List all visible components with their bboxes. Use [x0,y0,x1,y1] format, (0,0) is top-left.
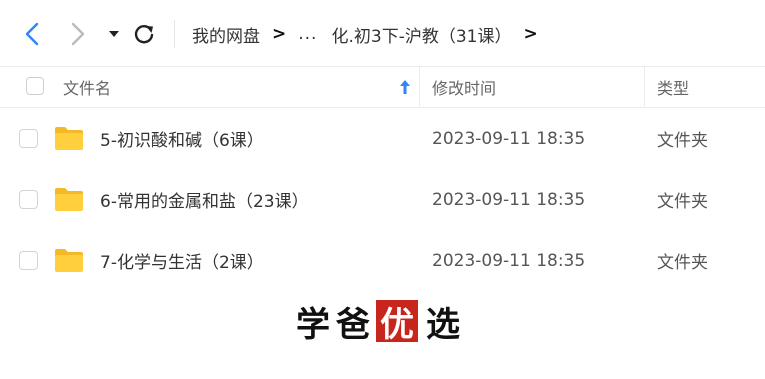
history-dropdown-button[interactable] [100,18,128,50]
folder-icon [55,249,83,272]
file-list-header: 文件名 修改时间 类型 [0,66,765,108]
row-checkbox[interactable] [19,190,38,209]
forward-button[interactable] [62,18,94,50]
column-header-type[interactable]: 类型 [657,67,689,107]
watermark-logo: 学 爸 优 选 [296,300,466,345]
file-row[interactable]: 7-化学与生活（2课） 2023-09-11 18:35 文件夹 [0,230,765,291]
file-browser-window: 我的网盘 > ... 化.初3下-沪教（31课） > 文件名 修改时间 类型 5 [0,0,765,379]
breadcrumb-ellipsis[interactable]: ... [298,24,317,44]
back-button[interactable] [16,18,48,50]
watermark-char: 爸 [336,304,370,345]
column-divider[interactable] [644,67,645,107]
file-list: 5-初识酸和碱（6课） 2023-09-11 18:35 文件夹 6-常用的金属… [0,108,765,291]
column-header-name[interactable]: 文件名 [63,67,111,107]
watermark-char: 学 [296,304,330,345]
sort-ascending-arrow-icon [400,80,410,94]
file-modified-time: 2023-09-11 18:35 [432,250,586,271]
file-modified-time: 2023-09-11 18:35 [432,189,586,210]
breadcrumb-current[interactable]: 化.初3下-沪教（31课） [331,22,511,47]
column-header-modified[interactable]: 修改时间 [432,67,496,107]
file-name[interactable]: 5-初识酸和碱（6课） [100,108,264,169]
row-checkbox[interactable] [19,129,38,148]
select-all-checkbox[interactable] [26,77,44,95]
file-modified-time: 2023-09-11 18:35 [432,128,586,149]
chevron-right-icon [71,22,85,46]
caret-down-icon [109,31,119,37]
breadcrumb: 我的网盘 > ... 化.初3下-沪教（31课） > [192,18,550,50]
folder-icon [55,127,83,150]
navigation-toolbar: 我的网盘 > ... 化.初3下-沪教（31课） > [0,0,765,66]
file-type: 文件夹 [657,131,708,151]
chevron-left-icon [25,22,39,46]
column-divider[interactable] [419,67,420,107]
file-type: 文件夹 [657,253,708,273]
file-type: 文件夹 [657,192,708,212]
breadcrumb-separator-trailing[interactable]: > [523,24,537,44]
sort-button[interactable] [396,77,414,97]
file-name[interactable]: 7-化学与生活（2课） [100,230,264,291]
folder-icon [55,188,83,211]
watermark-char: 选 [426,304,460,345]
watermark-highlight-char: 优 [376,300,418,345]
toolbar-divider [174,20,175,48]
breadcrumb-root[interactable]: 我的网盘 [192,22,260,47]
file-row[interactable]: 6-常用的金属和盐（23课） 2023-09-11 18:35 文件夹 [0,169,765,230]
refresh-icon [134,25,154,44]
row-checkbox[interactable] [19,251,38,270]
file-name[interactable]: 6-常用的金属和盐（23课） [100,169,309,230]
refresh-button[interactable] [128,18,160,50]
file-row[interactable]: 5-初识酸和碱（6课） 2023-09-11 18:35 文件夹 [0,108,765,169]
breadcrumb-separator: > [272,24,287,44]
